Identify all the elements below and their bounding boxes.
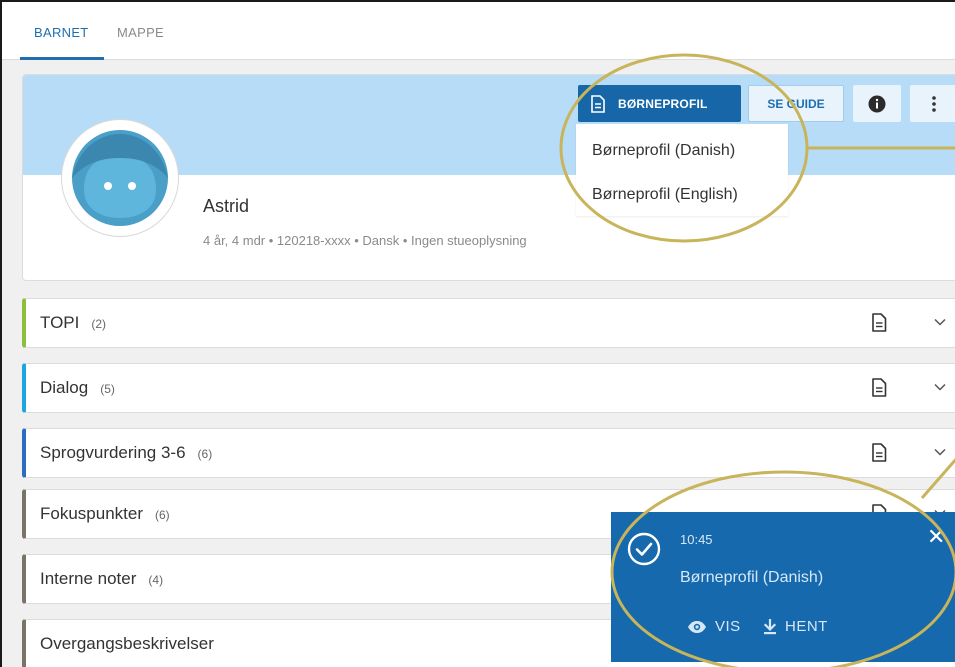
app-frame: BARNET MAPPE Astrid 4 år, 4 mdr • 120218… (0, 0, 955, 667)
eye-icon (688, 620, 706, 633)
section-row[interactable]: Sprogvurdering 3-6 (6) (22, 428, 955, 478)
section-title-text: Interne noter (40, 569, 137, 588)
section-title: Fokuspunkter (6) (40, 504, 170, 524)
child-profile-card: Astrid 4 år, 4 mdr • 120218-xxxx • Dansk… (22, 74, 955, 281)
info-button[interactable] (853, 85, 901, 122)
child-profile-button-label: BØRNEPROFIL (618, 96, 708, 111)
dropdown-item-danish[interactable]: Børneprofil (Danish) (592, 142, 735, 160)
section-count: (5) (100, 382, 115, 396)
document-icon[interactable] (871, 378, 887, 397)
section-count: (4) (148, 573, 164, 587)
document-icon (590, 94, 606, 113)
chevron-down-icon[interactable] (934, 383, 946, 391)
section-count: (2) (91, 317, 107, 331)
chevron-down-icon[interactable] (934, 448, 946, 456)
active-tab-indicator (20, 57, 104, 60)
document-icon[interactable] (871, 443, 887, 462)
info-icon (868, 95, 886, 112)
tab-barnet[interactable]: BARNET (34, 25, 89, 40)
view-button[interactable]: VIS (687, 618, 741, 635)
more-options-button[interactable] (910, 85, 955, 122)
document-icon[interactable] (871, 313, 887, 332)
toast-message: Børneprofil (Danish) (680, 569, 824, 586)
section-title-text: TOPI (40, 313, 80, 332)
child-profile-dropdown: Børneprofil (Danish) Børneprofil (Englis… (576, 124, 788, 216)
see-guide-button[interactable]: SE GUIDE (748, 85, 844, 122)
section-title: Interne noter (4) (40, 569, 163, 589)
toast-time: 10:45 (680, 532, 713, 547)
download-icon (763, 618, 777, 634)
check-circle-icon (627, 532, 661, 566)
section-title-text: Sprogvurdering 3-6 (40, 443, 186, 462)
section-title-text: Fokuspunkter (40, 504, 143, 523)
section-count: (6) (197, 447, 213, 461)
download-button[interactable]: HENT (763, 618, 828, 635)
dropdown-item-english[interactable]: Børneprofil (English) (592, 186, 738, 204)
section-title: TOPI (2) (40, 313, 106, 333)
child-meta: 4 år, 4 mdr • 120218-xxxx • Dansk • Inge… (203, 233, 527, 248)
section-title-text: Overgangsbeskrivelser (40, 634, 214, 653)
section-title: Sprogvurdering 3-6 (6) (40, 443, 212, 463)
section-row[interactable]: TOPI (2) (22, 298, 955, 348)
tab-bar: BARNET MAPPE (2, 2, 955, 60)
avatar (61, 119, 179, 237)
section-row[interactable]: Dialog (5) (22, 363, 955, 413)
tab-mappe[interactable]: MAPPE (117, 25, 164, 40)
child-face-icon (72, 130, 168, 226)
chevron-down-icon[interactable] (934, 318, 946, 326)
child-profile-button[interactable]: BØRNEPROFIL (578, 85, 741, 122)
view-button-label: VIS (715, 618, 741, 635)
more-vertical-icon (932, 95, 936, 112)
child-name: Astrid (203, 196, 250, 216)
close-icon[interactable]: ✕ (927, 526, 945, 548)
section-title-text: Dialog (40, 378, 89, 397)
section-count: (6) (155, 508, 170, 522)
download-button-label: HENT (785, 618, 828, 635)
download-toast: 10:45 ✕ Børneprofil (Danish) VIS HENT (611, 512, 955, 662)
section-title: Overgangsbeskrivelser (40, 634, 226, 654)
section-title: Dialog (5) (40, 378, 115, 398)
